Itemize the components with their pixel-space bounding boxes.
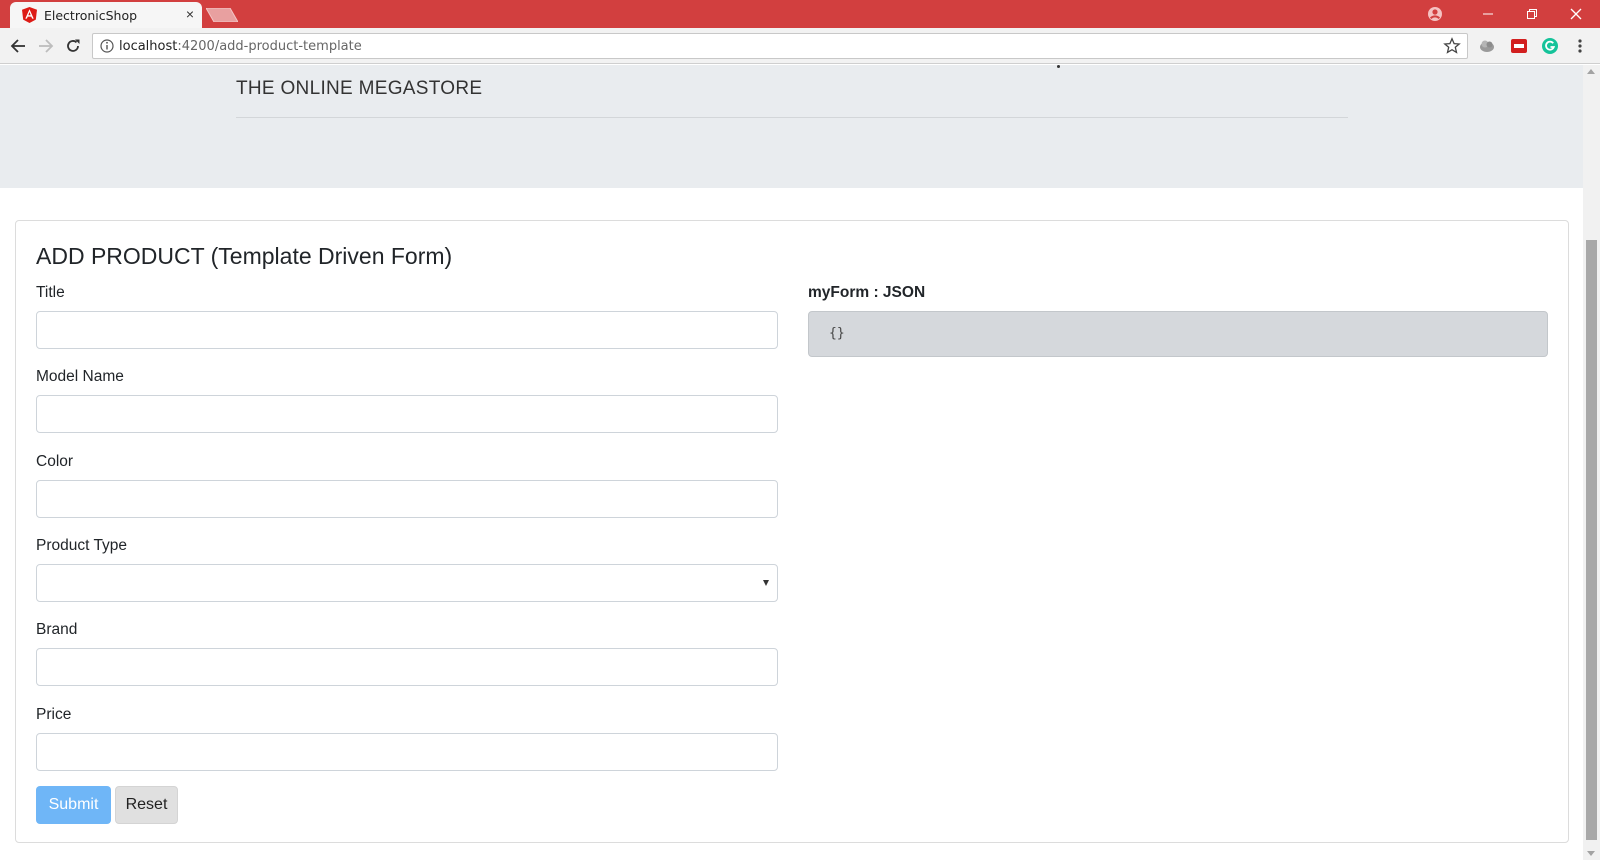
restore-icon bbox=[1527, 9, 1537, 19]
page-title: ADD PRODUCT (Template Driven Form) bbox=[36, 243, 453, 269]
restore-button[interactable] bbox=[1510, 0, 1554, 28]
info-icon[interactable] bbox=[100, 39, 114, 53]
angular-logo-icon bbox=[22, 7, 37, 23]
url-host: localhost bbox=[119, 39, 178, 54]
page-viewport: THE ONLINE MEGASTORE ADD PRODUCT (Templa… bbox=[0, 65, 1583, 860]
model-name-label: Model Name bbox=[36, 368, 124, 385]
minimize-button[interactable] bbox=[1466, 0, 1510, 28]
scrollbar-thumb[interactable] bbox=[1586, 240, 1597, 840]
title-label: Title bbox=[36, 284, 65, 301]
url-text: localhost:4200/add-product-template bbox=[119, 39, 362, 54]
brand-input[interactable] bbox=[36, 648, 778, 686]
site-tagline: THE ONLINE MEGASTORE bbox=[236, 78, 483, 99]
close-icon bbox=[1570, 8, 1582, 20]
browser-toolbar: localhost:4200/add-product-template bbox=[0, 28, 1600, 64]
extension-grammarly-icon[interactable] bbox=[1541, 37, 1559, 55]
json-preview: {} bbox=[808, 311, 1548, 357]
color-label: Color bbox=[36, 453, 74, 470]
arrow-right-icon bbox=[39, 39, 54, 53]
scroll-down-icon[interactable] bbox=[1587, 851, 1595, 856]
address-bar[interactable]: localhost:4200/add-product-template bbox=[92, 33, 1468, 59]
submit-button[interactable]: Submit bbox=[36, 786, 111, 824]
price-label: Price bbox=[36, 706, 72, 723]
extension-cloud-icon[interactable] bbox=[1478, 37, 1496, 55]
json-preview-text: {} bbox=[829, 326, 845, 341]
browser-tab-strip: ElectronicShop × bbox=[0, 0, 1600, 28]
url-path: :4200/add-product-template bbox=[177, 39, 362, 54]
product-type-select[interactable] bbox=[36, 564, 778, 602]
scroll-up-icon[interactable] bbox=[1587, 69, 1595, 74]
minimize-icon bbox=[1483, 13, 1493, 15]
forward-button[interactable] bbox=[36, 36, 56, 56]
json-panel-label: myForm : JSON bbox=[808, 284, 926, 301]
back-button[interactable] bbox=[8, 36, 28, 56]
product-type-label: Product Type bbox=[36, 537, 128, 554]
browser-tab[interactable]: ElectronicShop × bbox=[10, 2, 202, 28]
header-divider bbox=[236, 117, 1348, 118]
tab-close-icon[interactable]: × bbox=[182, 6, 198, 22]
reload-button[interactable] bbox=[63, 36, 83, 56]
price-input[interactable] bbox=[36, 733, 778, 771]
add-product-card: ADD PRODUCT (Template Driven Form) Title… bbox=[15, 220, 1569, 843]
header-dot bbox=[1057, 65, 1060, 68]
extension-cors-icon[interactable] bbox=[1510, 37, 1528, 55]
new-tab-button[interactable] bbox=[206, 8, 238, 22]
chevron-down-icon bbox=[763, 580, 769, 586]
reset-button[interactable]: Reset bbox=[115, 786, 178, 824]
color-input[interactable] bbox=[36, 480, 778, 518]
reload-icon bbox=[67, 39, 80, 52]
title-input[interactable] bbox=[36, 311, 778, 349]
profile-icon[interactable] bbox=[1426, 5, 1444, 23]
tab-title: ElectronicShop bbox=[44, 8, 138, 23]
page-scrollbar[interactable] bbox=[1583, 65, 1600, 860]
arrow-left-icon bbox=[10, 39, 25, 53]
site-header: THE ONLINE MEGASTORE bbox=[0, 65, 1583, 188]
model-name-input[interactable] bbox=[36, 395, 778, 433]
close-window-button[interactable] bbox=[1554, 0, 1598, 28]
bookmark-star-icon[interactable] bbox=[1443, 37, 1461, 55]
browser-menu-icon[interactable] bbox=[1574, 36, 1586, 56]
brand-label: Brand bbox=[36, 621, 78, 638]
